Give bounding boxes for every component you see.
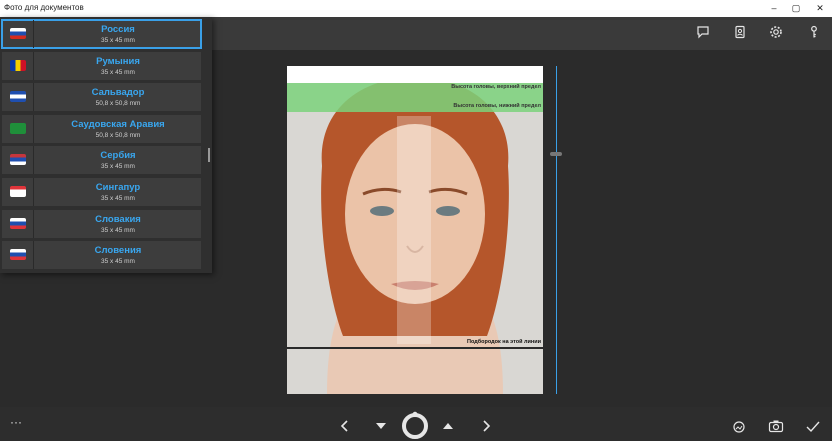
flag-box	[2, 51, 34, 80]
guide-top-label: Высота головы, верхний предел	[451, 84, 541, 90]
flag-box	[2, 178, 34, 206]
photo-size: 50,8 x 50,8 mm	[95, 131, 141, 139]
more-button[interactable]: ···	[10, 415, 22, 429]
flag-icon	[10, 186, 26, 197]
up-triangle-icon[interactable]	[442, 422, 454, 430]
country-name: Сербия	[100, 150, 136, 162]
photo-size: 35 x 45 mm	[101, 163, 135, 171]
country-item[interactable]: Словакия 35 x 45 mm	[2, 209, 201, 238]
next-arrow-icon[interactable]	[481, 420, 491, 432]
flag-icon	[10, 91, 26, 103]
guide-bottom-label: Высота головы, нижний предел	[453, 103, 541, 109]
window-title: Фото для документов	[4, 3, 84, 12]
flag-icon	[10, 154, 26, 166]
country-name: Словения	[94, 245, 142, 257]
previous-arrow-icon[interactable]	[340, 420, 350, 432]
photo-size: 35 x 45 mm	[101, 68, 135, 76]
photo-size: 35 x 45 mm	[101, 226, 135, 234]
portrait-photo[interactable]: Высота головы, верхний предел Высота гол…	[287, 66, 543, 394]
chin-line[interactable]	[287, 347, 543, 349]
country-list[interactable]: Россия 35 x 45 mm Румыния 35 x 45 mm Сальвад…	[0, 17, 212, 273]
gear-icon[interactable]	[767, 25, 785, 43]
photo-size: 35 x 45 mm	[101, 37, 135, 44]
photo-size: 35 x 45 mm	[101, 258, 135, 266]
country-name: Словакия	[95, 213, 141, 225]
close-button[interactable]: ✕	[806, 0, 832, 17]
photo-size: 35 x 45 mm	[101, 195, 135, 202]
country-item[interactable]: Словения 35 x 45 mm	[2, 241, 201, 270]
flag-icon	[10, 59, 26, 71]
flag-box	[2, 83, 34, 112]
country-name: Сальвадор	[91, 87, 145, 99]
country-item[interactable]: Сальвадор 50,8 x 50,8 mm	[2, 83, 201, 112]
country-item[interactable]: Саудовская Аравия 50,8 x 50,8 mm	[2, 114, 201, 143]
key-icon[interactable]	[805, 25, 823, 43]
camera-icon[interactable]	[768, 419, 784, 433]
flag-icon	[10, 249, 26, 261]
list-scrollbar[interactable]	[208, 148, 210, 162]
country-item[interactable]: Россия 35 x 45 mm	[1, 19, 202, 49]
country-name: Саудовская Аравия	[71, 118, 165, 130]
country-name: Румыния	[96, 55, 140, 67]
down-triangle-icon[interactable]	[375, 422, 387, 430]
checkmark-icon[interactable]	[806, 421, 820, 433]
id-card-icon[interactable]	[731, 25, 749, 43]
flag-box	[2, 241, 34, 270]
chat-icon[interactable]	[694, 25, 712, 43]
flag-box	[2, 209, 34, 238]
vertical-guide-line[interactable]	[556, 66, 557, 394]
flag-box	[2, 20, 34, 48]
photo-size: 50,8 x 50,8 mm	[95, 100, 141, 108]
title-bar: Фото для документов – ▢ ✕	[0, 0, 832, 17]
flag-box	[2, 114, 34, 143]
country-name: Сингапур	[95, 182, 141, 193]
chin-label: Подбородок на этой линии	[467, 339, 541, 345]
country-item[interactable]: Румыния 35 x 45 mm	[2, 51, 201, 80]
flag-box	[2, 146, 34, 175]
country-name: Россия	[101, 24, 135, 35]
image-edit-icon[interactable]	[732, 420, 746, 434]
rotate-dial-icon[interactable]	[400, 410, 430, 440]
flag-icon	[10, 122, 26, 134]
flag-icon	[10, 28, 26, 39]
country-item[interactable]: Сербия 35 x 45 mm	[2, 146, 201, 175]
country-item[interactable]: Сингапур 35 x 45 mm	[2, 178, 201, 206]
flag-icon	[10, 217, 26, 229]
vertical-guide-handle[interactable]	[550, 152, 562, 156]
face-overlay-strip	[397, 116, 431, 344]
